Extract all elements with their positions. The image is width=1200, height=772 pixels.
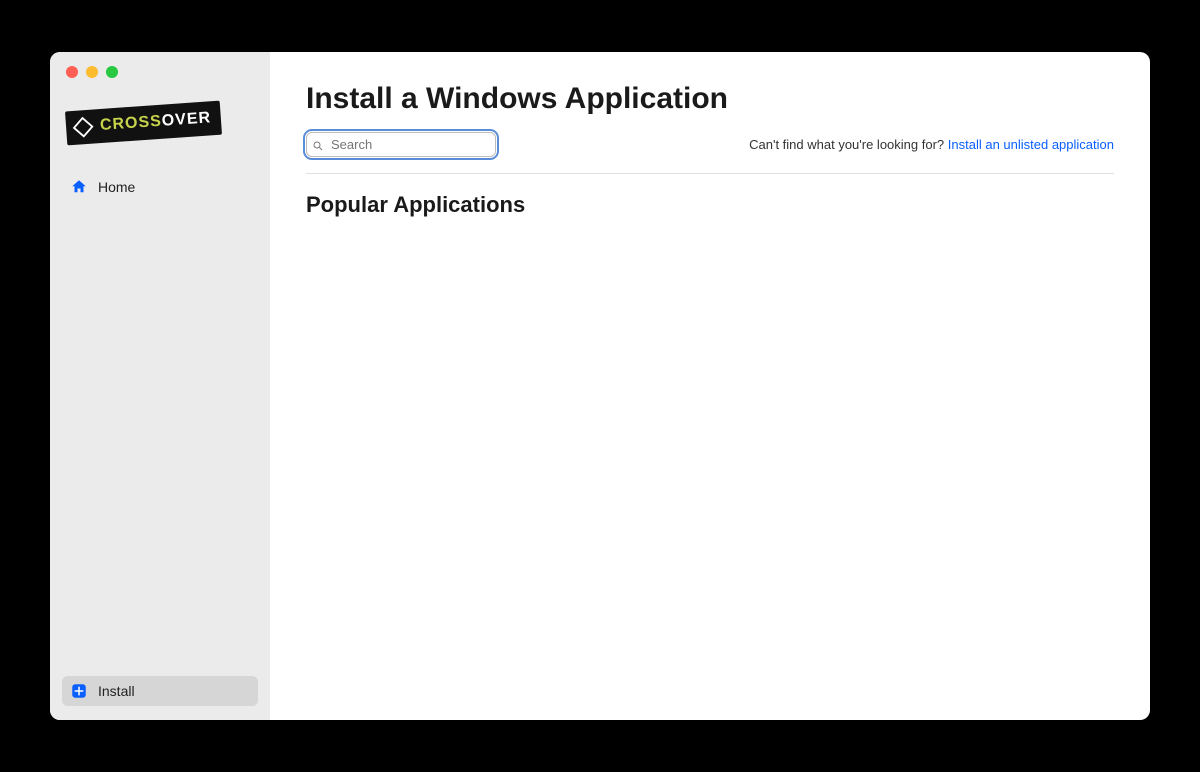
sidebar-nav: Home (62, 172, 258, 676)
main-content: Install a Windows Application Can't find… (270, 52, 1150, 720)
hint-text: Can't find what you're looking for? Inst… (749, 137, 1114, 152)
search-row: Can't find what you're looking for? Inst… (306, 132, 1114, 157)
search-icon (312, 139, 324, 151)
plus-icon (70, 682, 88, 700)
brand-text: CROSSOVER (99, 109, 211, 135)
app-window: CROSSOVER Home Install Install a Windows… (50, 52, 1150, 720)
section-title: Popular Applications (306, 192, 1114, 218)
sidebar-item-label: Home (98, 179, 135, 195)
page-title: Install a Windows Application (306, 82, 1114, 116)
home-icon (70, 178, 88, 196)
sidebar-item-home[interactable]: Home (62, 172, 258, 202)
sidebar-item-label: Install (98, 683, 135, 699)
sidebar: CROSSOVER Home Install (50, 52, 270, 720)
search-input[interactable] (306, 132, 496, 157)
minimize-icon[interactable] (86, 66, 98, 78)
close-icon[interactable] (66, 66, 78, 78)
divider (306, 173, 1114, 174)
search-box (306, 132, 496, 157)
fullscreen-icon[interactable] (106, 66, 118, 78)
brand-mark-icon (71, 115, 94, 138)
install-unlisted-link[interactable]: Install an unlisted application (948, 137, 1114, 152)
sidebar-item-install[interactable]: Install (62, 676, 258, 706)
brand-logo: CROSSOVER (62, 106, 258, 140)
window-controls (62, 66, 258, 88)
